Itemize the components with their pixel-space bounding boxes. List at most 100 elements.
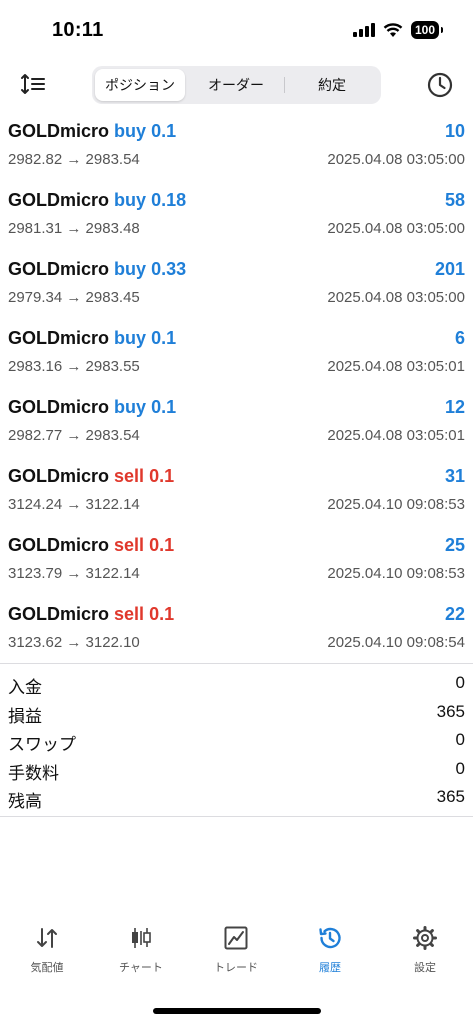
summary-row-balance: 残高 365 [0, 784, 473, 813]
nav-settings[interactable]: 設定 [378, 925, 472, 975]
trade-direction: buy [114, 190, 147, 210]
trade-time: 2025.04.08 03:05:01 [327, 358, 465, 375]
nav-label: チャート [119, 962, 163, 974]
trade-row[interactable]: GOLDmicro buy 0.1 6 2983.16 → 2983.55 20… [0, 321, 473, 390]
status-time: 10:11 [52, 19, 104, 41]
trade-prices: 3124.24 → 3122.14 [8, 496, 140, 513]
trade-lots: 0.1 [149, 535, 175, 555]
trade-prices: 2981.31 → 2983.48 [8, 220, 140, 237]
trade-profit: 22 [444, 604, 465, 624]
tab-positions[interactable]: ポジション [95, 69, 185, 101]
sort-icon [21, 74, 45, 94]
summary-value: 0 [455, 758, 465, 778]
trade-symbol: GOLDmicro buy 0.33 [8, 259, 187, 279]
trade-row[interactable]: GOLDmicro sell 0.1 25 3123.79 → 3122.14 … [0, 528, 473, 597]
trade-time: 2025.04.10 09:08:53 [327, 565, 465, 582]
summary-label: 入金 [8, 678, 42, 697]
trade-chart-icon [224, 926, 248, 950]
trade-symbol: GOLDmicro sell 0.1 [8, 604, 175, 624]
trade-prices: 3123.79 → 3122.14 [8, 565, 140, 582]
sort-button[interactable] [20, 72, 48, 96]
battery-indicator: 100 [410, 21, 444, 39]
clock-icon [427, 72, 453, 98]
trade-profit: 201 [434, 259, 465, 279]
candlestick-chart-icon [132, 928, 151, 948]
trade-lots: 0.1 [149, 466, 175, 486]
trade-time: 2025.04.08 03:05:01 [327, 427, 465, 444]
trade-direction: sell [114, 466, 145, 486]
trade-row[interactable]: GOLDmicro buy 0.33 201 2979.34 → 2983.45… [0, 252, 473, 321]
trade-lots: 0.1 [151, 328, 177, 348]
trade-time: 2025.04.08 03:05:00 [327, 151, 465, 168]
summary-row-swap: スワップ 0 [0, 727, 473, 756]
period-button[interactable] [426, 71, 454, 99]
trade-profit: 12 [444, 397, 465, 417]
trade-prices: 2982.77 → 2983.54 [8, 427, 140, 444]
trade-row[interactable]: GOLDmicro buy 0.18 58 2981.31 → 2983.48 … [0, 183, 473, 252]
trade-profit: 58 [444, 190, 465, 210]
trade-prices: 3123.62 → 3122.10 [8, 634, 140, 651]
trade-lots: 0.1 [149, 604, 175, 624]
cellular-signal-icon [352, 23, 375, 37]
trade-direction: buy [114, 397, 147, 417]
wifi-icon [383, 22, 403, 37]
trade-time: 2025.04.10 09:08:53 [327, 496, 465, 513]
quotes-arrows-icon [37, 928, 57, 948]
summary-bottom-divider [0, 816, 473, 817]
trade-direction: sell [114, 604, 145, 624]
summary-divider [0, 663, 473, 664]
trade-lots: 0.18 [151, 190, 187, 210]
trade-lots: 0.1 [151, 121, 177, 141]
summary-label: 損益 [8, 706, 42, 726]
trade-symbol: GOLDmicro buy 0.1 [8, 397, 177, 417]
summary-panel: 入金 0 損益 365 スワップ 0 手数料 0 残高 365 [0, 670, 473, 813]
nav-chart[interactable]: チャート [94, 925, 188, 975]
summary-value: 365 [436, 701, 465, 721]
nav-label: 履歴 [319, 962, 341, 974]
trade-time: 2025.04.08 03:05:00 [327, 289, 465, 306]
nav-quotes[interactable]: 気配値 [0, 925, 94, 975]
trade-prices: 2982.82 → 2983.54 [8, 151, 140, 168]
trade-profit: 31 [444, 466, 465, 486]
trade-lots: 0.1 [151, 397, 177, 417]
trade-prices: 2983.16 → 2983.55 [8, 358, 140, 375]
summary-value: 365 [436, 787, 465, 806]
trade-profit: 6 [454, 328, 465, 348]
toolbar: ポジション オーダー 約定 [0, 64, 473, 104]
home-indicator [153, 1008, 321, 1014]
trade-row[interactable]: GOLDmicro buy 0.1 12 2982.77 → 2983.54 2… [0, 390, 473, 459]
trade-time: 2025.04.10 09:08:54 [327, 634, 465, 651]
summary-row-commission: 手数料 0 [0, 756, 473, 785]
trade-time: 2025.04.08 03:05:00 [327, 220, 465, 237]
summary-label: 手数料 [8, 763, 59, 783]
trade-symbol: GOLDmicro sell 0.1 [8, 466, 175, 486]
nav-history[interactable]: 履歴 [283, 925, 377, 975]
tab-deals[interactable]: 約定 [286, 69, 378, 101]
trade-row[interactable]: GOLDmicro sell 0.1 31 3124.24 → 3122.14 … [0, 459, 473, 528]
trade-direction: buy [114, 121, 147, 141]
trade-direction: buy [114, 328, 147, 348]
bottom-tab-bar: 気配値 チャート トレード 履歴 設定 [0, 925, 473, 985]
summary-value: 0 [455, 673, 465, 692]
nav-trade[interactable]: トレード [189, 925, 283, 975]
trade-list: GOLDmicro buy 0.1 10 2982.82 → 2983.54 2… [0, 114, 473, 666]
trade-symbol: GOLDmicro sell 0.1 [8, 535, 175, 555]
nav-label: トレード [214, 962, 258, 974]
trade-direction: sell [114, 535, 145, 555]
summary-row-deposit: 入金 0 [0, 670, 473, 699]
trade-row[interactable]: GOLDmicro sell 0.1 22 3123.62 → 3122.10 … [0, 597, 473, 666]
trade-profit: 10 [444, 121, 465, 141]
summary-row-profit: 損益 365 [0, 699, 473, 728]
nav-label: 気配値 [30, 962, 64, 974]
trade-direction: buy [114, 259, 147, 279]
nav-label: 設定 [414, 962, 436, 974]
tab-orders[interactable]: オーダー [189, 69, 283, 101]
trade-row[interactable]: GOLDmicro buy 0.1 10 2982.82 → 2983.54 2… [0, 114, 473, 183]
trade-prices: 2979.34 → 2983.45 [8, 289, 140, 306]
trade-symbol: GOLDmicro buy 0.1 [8, 328, 177, 348]
settings-gear-icon [413, 926, 437, 950]
trade-symbol: GOLDmicro buy 0.1 [8, 121, 177, 141]
status-indicators: 100 [352, 21, 444, 39]
trade-profit: 25 [444, 535, 465, 555]
trade-lots: 0.33 [151, 259, 187, 279]
